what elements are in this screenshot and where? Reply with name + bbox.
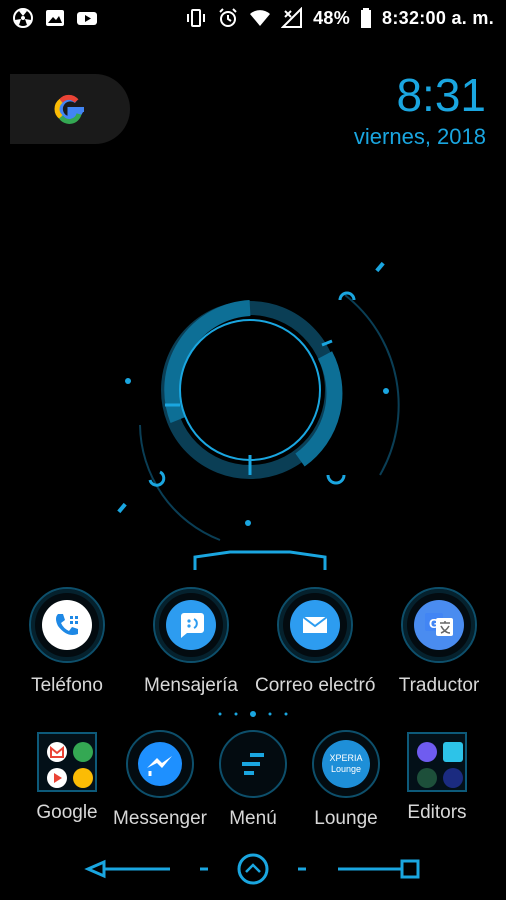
lounge-icon: XPERIA Lounge xyxy=(322,740,370,788)
status-time: 8:32:00 a. m. xyxy=(382,7,494,28)
email-icon xyxy=(290,600,340,650)
editor-mini-icon xyxy=(417,768,437,788)
app-correo[interactable]: Correo electró xyxy=(255,587,375,697)
phone-icon xyxy=(42,600,92,650)
google-folder-icon xyxy=(37,732,97,792)
play-mini-icon xyxy=(47,768,67,788)
battery-percent: 48% xyxy=(313,7,351,28)
battery-icon xyxy=(361,8,372,28)
vibrate-icon xyxy=(187,9,206,27)
status-right: 48% 8:32:00 a. m. xyxy=(185,7,494,29)
app-ring xyxy=(277,587,353,663)
app-label: Teléfono xyxy=(31,675,103,696)
no-signal-icon xyxy=(281,7,303,28)
editors-folder-icon xyxy=(407,732,467,792)
clock-date: viernes, 2018 xyxy=(353,124,486,149)
youtube-icon xyxy=(77,12,97,25)
dock-editors-folder[interactable]: Editors xyxy=(382,732,492,824)
app-ring xyxy=(29,587,105,663)
app-ring xyxy=(153,587,229,663)
status-bar: 48% 8:32:00 a. m. xyxy=(0,0,506,36)
editor-mini-icon xyxy=(443,742,463,762)
status-left xyxy=(12,7,98,29)
app-label: Correo electró xyxy=(255,675,375,696)
app-telefono[interactable]: Teléfono xyxy=(7,587,127,697)
clock-widget[interactable]: 8:31 viernes, 2018 xyxy=(354,70,486,150)
google-g-icon xyxy=(54,94,84,124)
dock-ring xyxy=(219,730,287,798)
photos-mini-icon xyxy=(73,768,93,788)
home-button[interactable] xyxy=(237,853,269,885)
editor-mini-icon xyxy=(417,742,437,762)
app-label: Traductor xyxy=(398,675,480,696)
gmail-mini-icon xyxy=(47,742,67,762)
editor-mini-icon xyxy=(443,768,463,788)
svg-text:G: G xyxy=(429,616,439,631)
google-search-widget[interactable] xyxy=(10,74,130,144)
image-icon xyxy=(46,10,64,26)
lounge-badge: XPERIA Lounge xyxy=(329,753,363,774)
dock-ring xyxy=(126,730,194,798)
alarm-icon xyxy=(219,8,237,27)
app-label: Mensajería xyxy=(144,675,238,696)
hud-ring-widget xyxy=(117,261,400,570)
app-ring: G xyxy=(401,587,477,663)
menu-icon xyxy=(242,753,264,775)
radiation-icon xyxy=(13,8,33,28)
messenger-icon xyxy=(138,742,182,786)
dock-label: Editors xyxy=(407,802,467,823)
message-icon xyxy=(166,600,216,650)
translate-icon: G xyxy=(414,600,464,650)
navigation-bar xyxy=(84,853,420,885)
dock-ring: XPERIA Lounge xyxy=(312,730,380,798)
back-button[interactable] xyxy=(84,859,170,879)
wifi-icon xyxy=(250,10,271,26)
app-mensajeria[interactable]: Mensajería xyxy=(131,587,251,697)
page-indicator xyxy=(218,711,288,717)
clock-time: 8:31 xyxy=(396,69,486,121)
recents-button[interactable] xyxy=(338,859,420,879)
maps-mini-icon xyxy=(73,742,93,762)
app-traductor[interactable]: G Traductor xyxy=(379,587,499,697)
